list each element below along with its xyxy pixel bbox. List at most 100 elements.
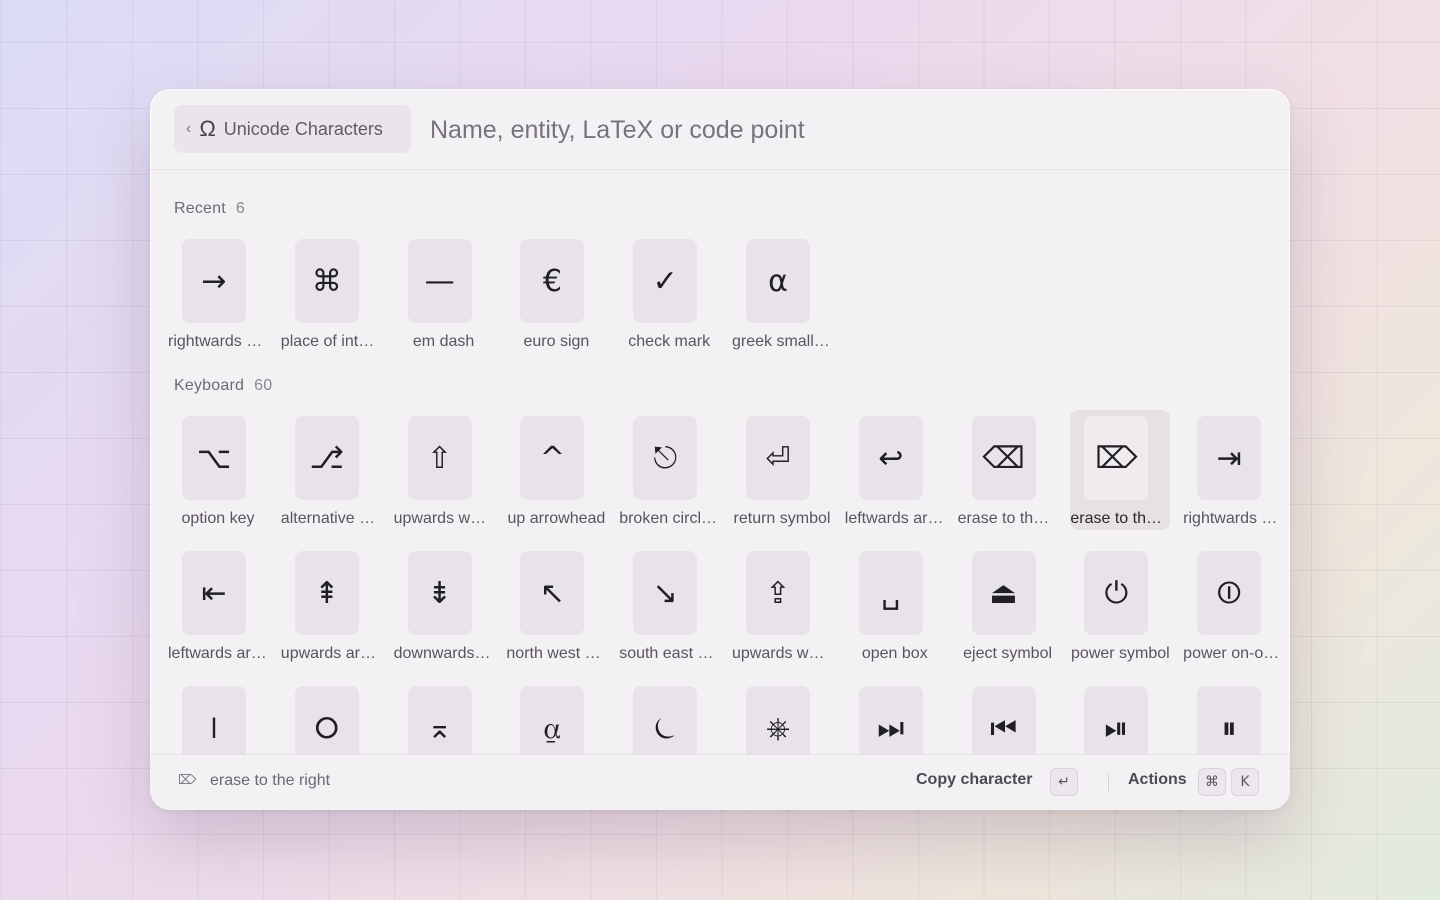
character-glyph: ⎈ bbox=[745, 686, 810, 755]
character-name: euro sign bbox=[523, 333, 590, 350]
character-name: eject symbol bbox=[963, 645, 1053, 662]
character-name: power on-off symbol bbox=[1183, 645, 1283, 662]
character-cell[interactable]: ⏸pause bbox=[1183, 680, 1283, 755]
character-name: leftwards arrow to bar bbox=[168, 645, 268, 662]
character-cell[interactable]: α greek small letter alpha bbox=[732, 233, 832, 353]
character-cell[interactable]: ⇪ upwards white arrow from bar bbox=[732, 545, 832, 665]
character-cell[interactable]: € euro sign bbox=[506, 233, 606, 353]
character-name: upwards white arrow from bar bbox=[731, 645, 832, 662]
footer-bar: ⌦ erase to the right Copy character ↵ Ac… bbox=[150, 754, 1290, 810]
back-button[interactable]: ‹ Ω Unicode Characters bbox=[174, 105, 411, 153]
character-cell[interactable]: ✓ check mark bbox=[619, 233, 719, 353]
chevron-left-icon: ‹ bbox=[186, 120, 192, 137]
character-cell[interactable]: ␣ open box bbox=[845, 545, 945, 665]
character-cell[interactable]: ⏎ return symbol bbox=[732, 410, 832, 530]
character-glyph: ⇟ bbox=[407, 551, 472, 635]
character-cell[interactable]: ⌦ erase to the right bbox=[1070, 410, 1171, 530]
character-glyph: ⏏ bbox=[971, 551, 1036, 635]
search-input[interactable] bbox=[428, 109, 1232, 151]
character-cell[interactable]: ⇟ downwards arrow with double stroke bbox=[394, 545, 494, 665]
character-cell[interactable]: ⇥ rightwards arrow to bar bbox=[1183, 410, 1283, 530]
return-key-icon: ↵ bbox=[1050, 768, 1078, 796]
character-name: rightwards arrow bbox=[168, 333, 268, 350]
character-glyph: ⏯ bbox=[1084, 686, 1149, 755]
character-glyph: α bbox=[745, 239, 810, 323]
character-cell[interactable]: ⏮previous track bbox=[958, 680, 1058, 755]
section-count: 6 bbox=[235, 200, 246, 217]
character-glyph: — bbox=[407, 239, 472, 323]
character-cell[interactable]: ↩ leftwards arrow with hook bbox=[845, 410, 945, 530]
character-glyph: ⏭ bbox=[858, 686, 923, 755]
character-name: erase to the left bbox=[957, 510, 1058, 527]
character-glyph: ⇪ bbox=[745, 551, 810, 635]
character-glyph: → bbox=[182, 239, 246, 323]
character-cell[interactable]: ⏼ power on-off symbol bbox=[1183, 545, 1283, 665]
character-glyph: ^ bbox=[520, 416, 585, 500]
character-glyph: ⎇ bbox=[294, 416, 359, 500]
command-key-icon: ⌘ bbox=[1198, 768, 1226, 796]
selected-char-name: erase to the right bbox=[210, 772, 331, 789]
character-name: return symbol bbox=[733, 510, 831, 527]
character-cell[interactable]: ⎋ broken circle with northwest arrow bbox=[619, 410, 719, 530]
character-cell[interactable]: ⭘heavy circle bbox=[281, 680, 381, 755]
section-title-text: Recent bbox=[174, 200, 226, 217]
character-name: broken circle with northwest arrow bbox=[619, 510, 719, 527]
character-glyph: ↩ bbox=[858, 416, 923, 500]
omega-icon: Ω bbox=[199, 116, 216, 141]
section-title-text: Keyboard bbox=[174, 377, 245, 394]
character-name: south east arrow bbox=[619, 645, 719, 662]
character-name: rightwards arrow to bar bbox=[1183, 510, 1283, 527]
character-name: downwards arrow with double stroke bbox=[393, 645, 494, 662]
character-cell[interactable]: ⌥ option key bbox=[168, 410, 268, 530]
character-name: greek small letter alpha bbox=[731, 333, 832, 350]
character-glyph: € bbox=[520, 239, 585, 323]
character-name: upwards arrow with double stroke bbox=[280, 645, 381, 662]
character-glyph: ✓ bbox=[633, 239, 698, 323]
section-title-recent: Recent 6 bbox=[174, 200, 245, 218]
footer-divider bbox=[1108, 773, 1109, 791]
keyboard-row-3: ⏽power on symbol⭘heavy circle⌅projective… bbox=[168, 680, 1290, 755]
character-name: north west arrow bbox=[506, 645, 606, 662]
character-glyph: ⏎ bbox=[745, 416, 810, 500]
character-name: place of interest sign bbox=[280, 333, 381, 350]
character-glyph: ⌦ bbox=[1084, 416, 1149, 500]
character-cell[interactable]: ⇞ upwards arrow with double stroke bbox=[281, 545, 381, 665]
character-glyph: ⏸ bbox=[1197, 686, 1262, 755]
copy-character-button[interactable]: Copy character bbox=[916, 771, 1033, 789]
section-title-keyboard: Keyboard 60 bbox=[174, 377, 272, 395]
character-cell[interactable]: ⎇ alternative key symbol bbox=[281, 410, 381, 530]
actions-button[interactable]: Actions bbox=[1128, 771, 1187, 789]
character-cell[interactable]: ⎈helm symbol bbox=[732, 680, 832, 755]
character-name: erase to the right bbox=[1070, 510, 1170, 527]
character-glyph: ⌫ bbox=[971, 416, 1036, 500]
character-cell[interactable]: ⌘ place of interest sign bbox=[281, 233, 381, 353]
character-glyph: ⍶ bbox=[520, 686, 585, 755]
character-glyph: ⎋ bbox=[633, 416, 698, 500]
character-cell[interactable]: — em dash bbox=[394, 233, 494, 353]
character-cell[interactable]: ⌫ erase to the left bbox=[958, 410, 1058, 530]
character-glyph: ⌅ bbox=[407, 686, 472, 755]
character-glyph: ↖ bbox=[520, 551, 585, 635]
character-cell[interactable]: ⌅projective bbox=[394, 680, 494, 755]
character-cell[interactable]: ^ up arrowhead bbox=[506, 410, 606, 530]
character-glyph: ⌘ bbox=[294, 239, 359, 323]
keyboard-row-1: ⌥ option key ⎇ alternative key symbol ⇧ upwar… bbox=[168, 410, 1290, 530]
character-glyph: ⏼ bbox=[1197, 551, 1262, 635]
character-glyph: ⇥ bbox=[1197, 416, 1262, 500]
character-cell[interactable]: ⇧ upwards white arrow bbox=[394, 410, 494, 530]
character-cell[interactable]: ⏯play pause bbox=[1070, 680, 1170, 755]
character-cell[interactable]: ⇤ leftwards arrow to bar bbox=[168, 545, 268, 665]
character-cell[interactable]: ⏭next track bbox=[845, 680, 945, 755]
character-name: open box bbox=[861, 645, 928, 662]
character-cell[interactable]: ⏏ eject symbol bbox=[958, 545, 1058, 665]
character-cell[interactable]: ⏾power sleep symbol bbox=[619, 680, 719, 755]
character-cell[interactable]: ⏽power on symbol bbox=[168, 680, 268, 755]
character-name: check mark bbox=[628, 333, 711, 350]
character-cell[interactable]: ↘ south east arrow bbox=[619, 545, 719, 665]
header: ‹ Ω Unicode Characters bbox=[150, 89, 1290, 170]
character-cell[interactable]: ⍶alpha underbar bbox=[506, 680, 606, 755]
character-cell[interactable]: ↖ north west arrow bbox=[506, 545, 606, 665]
character-cell[interactable]: ⏻ power symbol bbox=[1070, 545, 1170, 665]
character-cell[interactable]: → rightwards arrow bbox=[168, 233, 268, 353]
character-glyph: ⇤ bbox=[182, 551, 246, 635]
